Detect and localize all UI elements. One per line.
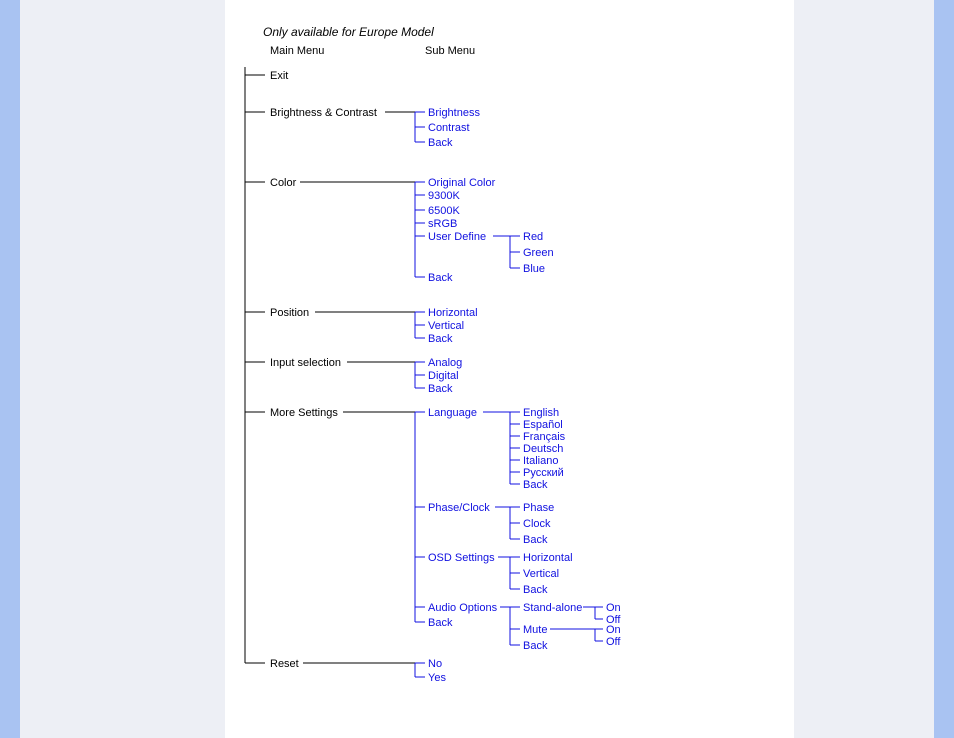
pc-phase: Phase bbox=[523, 502, 554, 514]
sub-srgb: sRGB bbox=[428, 218, 457, 230]
sub-user-define: User Define bbox=[428, 231, 486, 243]
page-content: Only available for Europe Model Main Men… bbox=[225, 0, 794, 738]
sub-bc-back: Back bbox=[428, 137, 453, 149]
sub-pos-back: Back bbox=[428, 333, 453, 345]
sa-on: On bbox=[606, 602, 621, 614]
sub-9300k: 9300K bbox=[428, 190, 460, 202]
audio-standalone: Stand-alone bbox=[523, 602, 582, 614]
sub-pos-h: Horizontal bbox=[428, 307, 478, 319]
osd-back: Back bbox=[523, 584, 548, 596]
menu-more-settings: More Settings bbox=[270, 407, 338, 419]
mute-on: On bbox=[606, 624, 621, 636]
scroll-edge-right bbox=[934, 0, 954, 738]
lang-back: Back bbox=[523, 479, 548, 491]
menu-position: Position bbox=[270, 307, 309, 319]
column-headers: Main Menu Sub Menu bbox=[225, 45, 794, 57]
menu-exit: Exit bbox=[270, 70, 288, 82]
header-sub-menu: Sub Menu bbox=[425, 45, 475, 57]
osd-h: Horizontal bbox=[523, 552, 573, 564]
menu-brightness-contrast: Brightness & Contrast bbox=[270, 107, 377, 119]
ud-blue: Blue bbox=[523, 263, 545, 275]
sub-original-color: Original Color bbox=[428, 177, 496, 189]
header-main-menu: Main Menu bbox=[270, 45, 425, 57]
sub-6500k: 6500K bbox=[428, 205, 460, 217]
osd-v: Vertical bbox=[523, 568, 559, 580]
audio-mute: Mute bbox=[523, 624, 547, 636]
menu-input-selection: Input selection bbox=[270, 357, 341, 369]
lang-francais: Français bbox=[523, 431, 566, 443]
document-viewer: Only available for Europe Model Main Men… bbox=[0, 0, 954, 738]
audio-back: Back bbox=[523, 640, 548, 652]
pc-clock: Clock bbox=[523, 518, 551, 530]
sub-contrast: Contrast bbox=[428, 122, 470, 134]
sub-phase-clock: Phase/Clock bbox=[428, 502, 490, 514]
lang-espanol: Español bbox=[523, 419, 563, 431]
sub-analog: Analog bbox=[428, 357, 462, 369]
page-margin-left bbox=[20, 0, 225, 738]
lang-deutsch: Deutsch bbox=[523, 443, 563, 455]
mute-off: Off bbox=[606, 636, 621, 648]
sub-language: Language bbox=[428, 407, 477, 419]
sub-more-back: Back bbox=[428, 617, 453, 629]
section-title: Only available for Europe Model bbox=[263, 25, 794, 39]
lang-russian: Русский bbox=[523, 467, 564, 479]
menu-reset: Reset bbox=[270, 658, 299, 670]
sub-digital: Digital bbox=[428, 370, 459, 382]
scroll-edge-left bbox=[0, 0, 20, 738]
sub-osd-settings: OSD Settings bbox=[428, 552, 495, 564]
pc-back: Back bbox=[523, 534, 548, 546]
sub-input-back: Back bbox=[428, 383, 453, 395]
sub-audio-options: Audio Options bbox=[428, 602, 498, 614]
sub-pos-v: Vertical bbox=[428, 320, 464, 332]
ud-red: Red bbox=[523, 231, 543, 243]
sub-color-back: Back bbox=[428, 272, 453, 284]
ud-green: Green bbox=[523, 247, 554, 259]
reset-no: No bbox=[428, 658, 442, 670]
menu-tree-diagram: Exit Brightness & Contrast Brightness Co… bbox=[225, 67, 785, 707]
lang-italiano: Italiano bbox=[523, 455, 558, 467]
menu-color: Color bbox=[270, 177, 297, 189]
sub-brightness: Brightness bbox=[428, 107, 480, 119]
page-margin-right bbox=[794, 0, 934, 738]
reset-yes: Yes bbox=[428, 672, 446, 684]
lang-english: English bbox=[523, 407, 559, 419]
